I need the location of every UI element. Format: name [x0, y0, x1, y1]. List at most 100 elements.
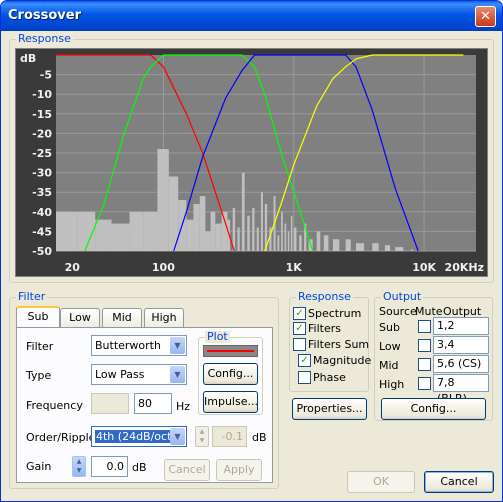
- y-tick-label: -40: [32, 206, 52, 219]
- tab-sub[interactable]: Sub: [16, 306, 60, 328]
- spectrum-bar: [287, 231, 290, 251]
- frequency-secondary-input: [91, 393, 129, 414]
- gain-label: Gain: [26, 460, 52, 473]
- plot-config-label: Config...: [207, 367, 254, 380]
- properties-label: Properties...: [296, 402, 363, 415]
- output-channel-field: 3,4 (SLR): [433, 336, 489, 367]
- mute-checkbox[interactable]: [418, 320, 431, 333]
- chevron-down-icon: ▼: [170, 337, 185, 354]
- gain-input[interactable]: 0.0: [91, 456, 128, 477]
- response-options-label: Response: [296, 290, 353, 303]
- spectrum-bar: [199, 196, 206, 251]
- tab-high[interactable]: High: [144, 308, 184, 328]
- mute-checkbox[interactable]: [418, 377, 431, 390]
- mute-checkbox[interactable]: [418, 358, 431, 371]
- title-bar[interactable]: Crossover ✕: [1, 1, 502, 31]
- filter-type-label: Filter: [26, 340, 54, 353]
- spectrum-label: Spectrum: [308, 307, 362, 320]
- filter-cancel-button[interactable]: Cancel: [164, 459, 210, 481]
- close-button[interactable]: ✕: [475, 6, 496, 27]
- spectrum-bar: [215, 223, 222, 251]
- frequency-input[interactable]: 80: [134, 393, 172, 414]
- mute-checkbox[interactable]: [418, 339, 431, 352]
- x-tick-label: 100: [152, 261, 175, 274]
- close-icon: ✕: [480, 9, 491, 24]
- order-select[interactable]: 4th (24dB/oct) ▼: [91, 426, 187, 447]
- x-tick-label: 20: [65, 261, 81, 274]
- filter-cancel-label: Cancel: [168, 463, 206, 476]
- chevron-down-icon: ▼: [170, 428, 185, 445]
- spectrum-checkbox[interactable]: ✓: [293, 307, 306, 320]
- filters-sum-checkbox[interactable]: [293, 338, 306, 351]
- impulse-button[interactable]: Impulse...: [203, 391, 258, 413]
- spectrum-bar: [395, 247, 404, 251]
- gain-unit: dB: [132, 461, 147, 474]
- frequency-unit: Hz: [176, 400, 191, 413]
- tab-sub-label: Sub: [27, 310, 49, 323]
- ripple-spinner: ▲ ▼: [195, 426, 209, 447]
- tab-low[interactable]: Low: [60, 308, 100, 328]
- output-channel-field: 1,2 (FLR): [433, 317, 489, 348]
- spectrum-bar: [252, 207, 255, 251]
- y-tick-label: -45: [32, 225, 52, 238]
- filter-design-select[interactable]: Butterworth ▼: [91, 335, 187, 356]
- plot-group-label: Plot: [205, 330, 230, 343]
- tab-high-label: High: [151, 311, 177, 324]
- tab-mid-label: Mid: [112, 311, 132, 324]
- window-title: Crossover: [8, 8, 81, 23]
- spectrum-bar: [299, 235, 302, 251]
- x-tick-label: 1K: [286, 261, 303, 274]
- y-unit-label: dB: [20, 52, 36, 65]
- spectrum-bar: [256, 227, 259, 251]
- spectrum-bar: [210, 211, 216, 251]
- spectrum-bar: [355, 243, 365, 251]
- y-tick-label: -25: [32, 147, 52, 160]
- spectrum-bar: [316, 231, 321, 251]
- spectrum-bar: [56, 211, 78, 251]
- filters-sum-label: Filters Sum: [308, 338, 370, 351]
- response-chart-frame: -5 -10 -15 -20 -25 -30 -35 -40 -45 -50 20 100 1K 10K…: [15, 48, 488, 277]
- type-select[interactable]: Low Pass ▼: [91, 364, 187, 385]
- y-tick-label: -20: [32, 127, 52, 140]
- output-config-button[interactable]: Config...: [381, 398, 486, 420]
- filters-checkbox[interactable]: ✓: [293, 322, 306, 335]
- plot-config-button[interactable]: Config...: [203, 363, 258, 385]
- filter-group-label: Filter: [16, 290, 48, 303]
- y-tick-label: -15: [32, 108, 52, 121]
- ok-button[interactable]: OK: [347, 471, 415, 493]
- y-tick-labels: -5 -10 -15 -20 -25 -30 -35 -40 -45 -50: [32, 69, 52, 258]
- spectrum-bar: [281, 211, 283, 251]
- gain-spinner[interactable]: ▲ ▼: [72, 456, 86, 477]
- spectrum-bar: [345, 239, 351, 251]
- x-tick-label: 10K: [412, 261, 436, 274]
- chevron-down-icon: ▼: [170, 366, 185, 383]
- spectrum-bar: [129, 211, 144, 251]
- spectrum-bar: [157, 149, 169, 251]
- cancel-button[interactable]: Cancel: [424, 471, 494, 493]
- spectrum-bar: [293, 227, 297, 251]
- tab-mid[interactable]: Mid: [102, 308, 142, 328]
- plot-color-line: [207, 350, 254, 352]
- spectrum-bar: [232, 207, 236, 251]
- ripple-value: -0.1: [221, 430, 243, 443]
- gain-value: 0.0: [106, 460, 125, 473]
- plot-color-swatch[interactable]: [203, 345, 258, 357]
- spectrum-bar: [247, 215, 250, 251]
- x-tick-label: 20KHz: [445, 261, 484, 274]
- spectrum-bar: [241, 172, 245, 251]
- filters-label: Filters: [308, 322, 341, 335]
- type-value: Low Pass: [95, 368, 145, 381]
- apply-label: Apply: [223, 463, 255, 476]
- apply-button[interactable]: Apply: [216, 459, 262, 481]
- spectrum-bar: [221, 211, 228, 251]
- magnitude-radio-check[interactable]: ✓: [298, 354, 311, 367]
- spectrum-bar: [260, 192, 263, 251]
- spectrum-bar: [323, 235, 329, 251]
- spectrum-bar: [111, 223, 130, 251]
- spectrum-bar: [411, 249, 413, 251]
- properties-button[interactable]: Properties...: [292, 398, 367, 420]
- response-group-label: Response: [16, 32, 73, 45]
- phase-checkbox[interactable]: [298, 371, 311, 384]
- spectrum-bar: [290, 215, 293, 251]
- output-channel-value: 5,6 (CS): [437, 357, 482, 370]
